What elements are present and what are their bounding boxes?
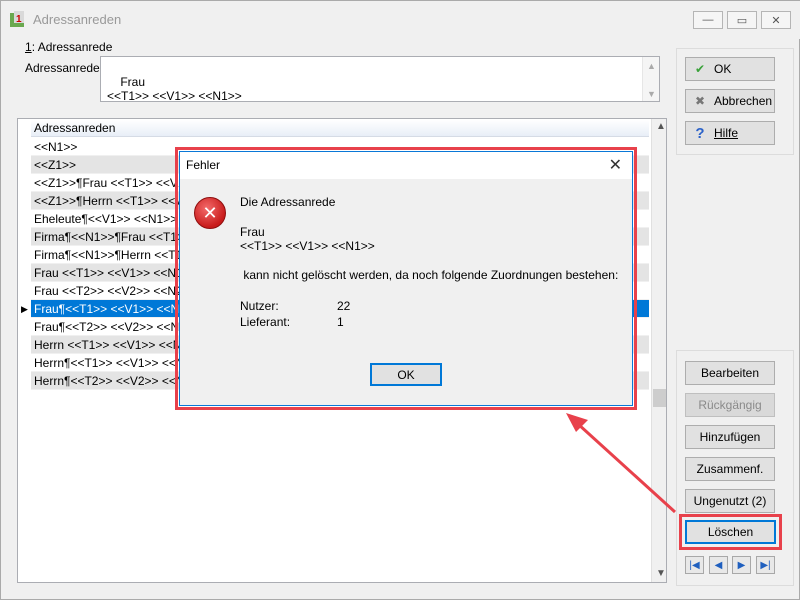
cross-icon: ✖	[694, 94, 706, 108]
check-icon: ✔	[694, 62, 706, 76]
salutation-value: Frau <<T1>> <<V1>> <<N1>>	[107, 75, 242, 103]
prev-record-button[interactable]: ◀	[709, 556, 728, 574]
merge-button[interactable]: Zusammenf.	[685, 457, 775, 481]
add-button[interactable]: Hinzufügen	[685, 425, 775, 449]
dialog-line-1: Die Adressanrede	[240, 195, 336, 209]
window-title: Adressanreden	[33, 12, 122, 27]
ok-button[interactable]: ✔ OK	[685, 57, 775, 81]
group-label: 1: Adressanrede	[25, 40, 112, 54]
first-record-button[interactable]: |◀	[685, 556, 704, 574]
dialog-line-4: kann nicht gelöscht werden, da noch folg…	[240, 268, 619, 282]
row-indicator-icon: ▶	[21, 304, 28, 314]
scroll-up-icon: ▲	[647, 61, 656, 71]
dialog-key-1: Nutzer:	[240, 299, 279, 313]
dialog-body: ✕ Die Adressanrede Frau <<T1>> <<V1>> <<…	[180, 179, 632, 405]
dialog-line-2: Frau	[240, 225, 265, 239]
close-button[interactable]: ✕	[761, 11, 791, 29]
next-icon: ▶	[737, 559, 746, 571]
next-record-button[interactable]: ▶	[732, 556, 751, 574]
group-label-text: : Adressanrede	[31, 40, 113, 54]
svg-text:1: 1	[16, 14, 22, 25]
undo-button[interactable]: Rückgängig	[685, 393, 775, 417]
group-number: 1	[25, 40, 32, 54]
scroll-up-icon: ▲	[656, 121, 666, 132]
salutation-field-label: Adressanrede:	[25, 61, 104, 75]
grid-scrollbar[interactable]: ▲ ▼	[651, 119, 666, 582]
edit-button[interactable]: Bearbeiten	[685, 361, 775, 385]
dialog-title-bar: Fehler ✕	[180, 152, 632, 179]
first-icon: |◀	[689, 559, 700, 571]
last-record-button[interactable]: ▶|	[756, 556, 775, 574]
dialog-value-2: 1	[337, 315, 344, 329]
dialog-line-3: <<T1>> <<V1>> <<N1>>	[240, 239, 375, 253]
delete-button[interactable]: Löschen	[685, 520, 776, 544]
dialog-value-1: 22	[337, 299, 351, 313]
help-button[interactable]: ? Hilfe	[685, 121, 775, 145]
title-bar: 1 Adressanreden — ▭ ✕	[1, 1, 800, 39]
help-button-label: Hilfe	[714, 126, 739, 140]
dialog-ok-button[interactable]: OK	[370, 363, 442, 386]
error-dialog: Fehler ✕ ✕ Die Adressanrede Frau <<T1>> …	[179, 151, 633, 406]
app-icon: 1	[10, 11, 24, 27]
last-icon: ▶|	[760, 559, 771, 571]
ok-button-label: OK	[714, 62, 732, 76]
scroll-down-icon: ▼	[656, 568, 666, 579]
scroll-thumb[interactable]	[653, 389, 666, 407]
dialog-close-button[interactable]: ✕	[609, 155, 622, 175]
scroll-down-icon: ▼	[647, 89, 656, 99]
unused-button[interactable]: Ungenutzt (2)	[685, 489, 775, 513]
grid-header[interactable]: Adressanreden	[31, 120, 649, 137]
prev-icon: ◀	[714, 559, 723, 571]
dialog-key-2: Lieferant:	[240, 315, 291, 329]
question-icon: ?	[695, 124, 705, 142]
maximize-button[interactable]: ▭	[727, 11, 757, 29]
salutation-input[interactable]: Frau <<T1>> <<V1>> <<N1>> ▲ ▼	[100, 56, 660, 103]
cancel-button-label: Abbrechen	[714, 94, 773, 108]
salutation-scrollbar[interactable]: ▲ ▼	[642, 57, 659, 101]
cancel-button[interactable]: ✖ Abbrechen	[685, 89, 775, 113]
dialog-title: Fehler	[186, 158, 221, 172]
error-icon: ✕	[194, 197, 226, 229]
minimize-button[interactable]: —	[693, 11, 723, 29]
